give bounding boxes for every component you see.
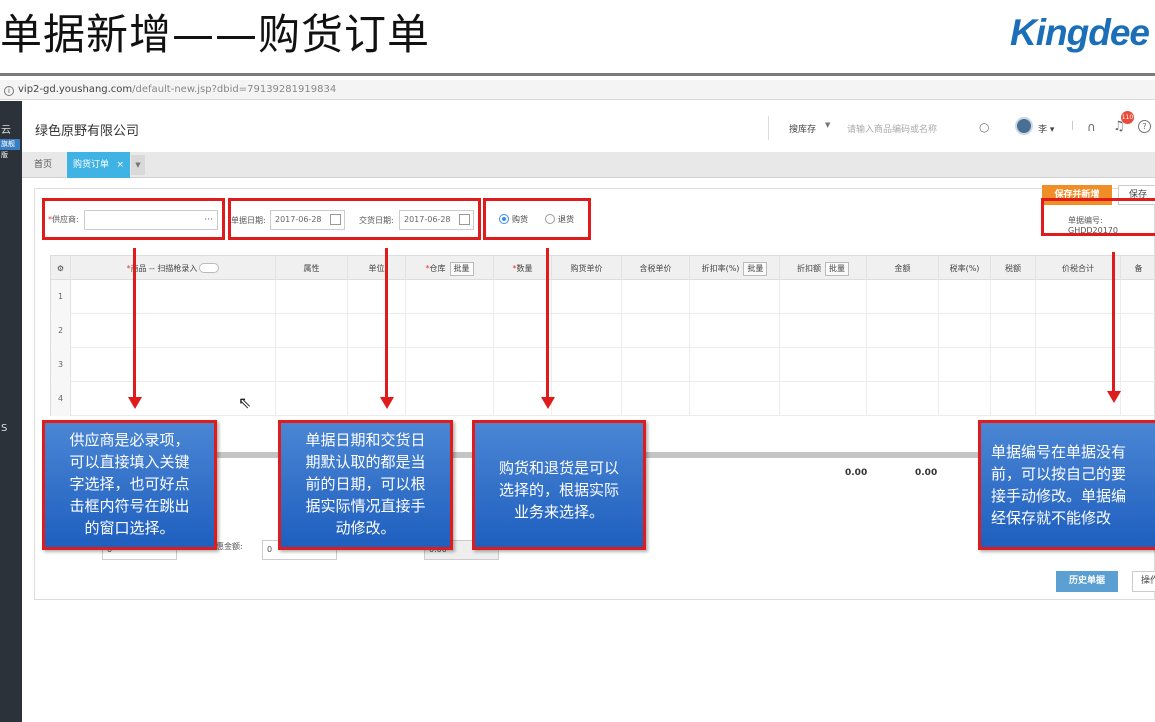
operate-button[interactable]: 操作 — [1132, 571, 1155, 592]
col-attribute: 属性 — [276, 256, 348, 281]
arrow-line — [133, 248, 136, 398]
search-scope-select[interactable]: 搜库存 — [789, 122, 816, 135]
grid-line — [347, 280, 348, 416]
grid-line — [938, 280, 939, 416]
tab-label: 购货订单 — [73, 160, 110, 170]
col-warehouse: *仓库 批量 — [406, 256, 494, 281]
divider: | — [1071, 121, 1075, 131]
rail-item-s[interactable]: S — [0, 423, 7, 434]
url-host: vip2-gd.youshang.com — [18, 84, 133, 95]
grid-line — [405, 280, 406, 416]
global-search: 搜库存 ▼ 请输入商品编码或名称 ○ — [768, 116, 1004, 140]
arrow-down-icon — [1107, 391, 1121, 403]
grid-line — [621, 280, 622, 416]
col-discount-amount: 折扣额 批量 — [780, 256, 867, 281]
arrow-line — [385, 248, 388, 398]
rail-item-cloud[interactable]: 云 — [0, 121, 22, 136]
search-input[interactable]: 请输入商品编码或名称 — [847, 122, 937, 135]
highlight-dates — [228, 198, 481, 240]
col-product: *商品 -- 扫描枪录入 — [71, 256, 276, 281]
user-area: 李 ▾ | ∩ ♫ 110 ? — [1015, 111, 1155, 140]
avatar[interactable] — [1015, 117, 1033, 135]
arrow-line — [1112, 252, 1115, 392]
callout-order-type: 购货和退货是可以 选择的，根据实际 业务来选择。 — [472, 420, 646, 550]
company-name: 绿色原野有限公司 — [35, 124, 140, 139]
history-button[interactable]: 历史单据 — [1056, 571, 1118, 592]
highlight-supplier — [42, 198, 225, 240]
tab-home[interactable]: 首页 — [28, 152, 58, 178]
grid-line — [779, 280, 780, 416]
callout-dates: 单据日期和交货日 期默认取的都是当 前的日期，可以根 据实际情况直接手 动修改。 — [278, 420, 453, 550]
left-nav-rail: 云 旗舰版 S — [0, 101, 22, 722]
slide-title: 单据新增——购货订单 — [0, 10, 431, 59]
browser-address-bar[interactable]: i vip2-gd.youshang.com/default-new.jsp?db… — [0, 80, 1155, 100]
grid-header: ⚙ *商品 -- 扫描枪录入 属性 单位 *仓库 批量 *数量 购货单价 含税单价… — [50, 255, 1155, 281]
bulk-button[interactable]: 批量 — [743, 262, 768, 276]
grid-line — [1035, 280, 1036, 416]
help-icon[interactable]: ? — [1138, 120, 1151, 133]
col-remark: 备 — [1134, 264, 1143, 273]
bulk-button[interactable]: 批量 — [449, 262, 474, 276]
col-quantity: *数量 — [494, 256, 552, 281]
scanner-toggle[interactable] — [199, 263, 220, 273]
arrow-line — [546, 248, 549, 398]
col-amount: 金额 — [867, 256, 939, 281]
slide-divider — [0, 73, 1155, 76]
user-name[interactable]: 李 ▾ — [1038, 122, 1054, 135]
callout-supplier: 供应商是必录项， 可以直接填入关键 字选择，也可好点 击框内符号在跳出 的窗口选… — [42, 420, 217, 550]
callout-doc-no: 单据编号在单据没有 前，可以按自己的要 接手动修改。单据编 经保存就不能修改 — [978, 420, 1155, 550]
gear-icon[interactable]: ⚙ — [51, 256, 71, 281]
tab-purchase-order[interactable]: 购货订单 × — [67, 152, 130, 178]
search-icon[interactable]: ○ — [979, 120, 989, 134]
arrow-down-icon — [541, 397, 555, 409]
arrow-down-icon — [128, 397, 142, 409]
grid-line — [689, 280, 690, 416]
grid-line — [493, 280, 494, 416]
bulk-button[interactable]: 批量 — [825, 262, 849, 276]
col-discount-rate: 折扣率(%) 批量 — [690, 256, 780, 281]
rail-item-edition[interactable]: 旗舰版 — [0, 139, 20, 159]
arrow-down-icon — [380, 397, 394, 409]
mouse-pointer-icon: ⇖ — [238, 393, 252, 412]
col-tax-amount: 税额 — [991, 256, 1036, 281]
col-tax-price: 含税单价 — [622, 256, 690, 281]
info-icon: i — [4, 86, 14, 96]
headset-icon[interactable]: ∩ — [1087, 120, 1096, 134]
highlight-order-type — [483, 198, 591, 240]
highlight-doc-no — [1041, 198, 1155, 236]
tab-bar: 首页 购货订单 × ▼ — [22, 152, 1155, 178]
chevron-down-icon[interactable]: ▼ — [131, 155, 145, 175]
col-unit: 单位 — [348, 256, 406, 281]
slide-root: 单据新增——购货订单 Kingdee i vip2-gd.youshang.com… — [0, 0, 1155, 722]
grid-line — [275, 280, 276, 416]
total-amount: 0.00 — [845, 468, 868, 478]
close-icon[interactable]: × — [116, 152, 124, 178]
total-tax: 0.00 — [915, 468, 938, 478]
col-unit-price: 购货单价 — [552, 256, 622, 281]
notification-badge: 110 — [1121, 111, 1134, 124]
col-tax-rate: 税率(%) — [939, 256, 991, 281]
url-path: /default-new.jsp?dbid=79139281919834 — [132, 84, 337, 95]
chevron-down-icon[interactable]: ▼ — [825, 121, 830, 129]
grid-line — [990, 280, 991, 416]
grid-line — [866, 280, 867, 416]
kingdee-logo: Kingdee — [1010, 12, 1150, 53]
col-total: 价税合计 — [1036, 256, 1121, 281]
grid-line — [551, 280, 552, 416]
